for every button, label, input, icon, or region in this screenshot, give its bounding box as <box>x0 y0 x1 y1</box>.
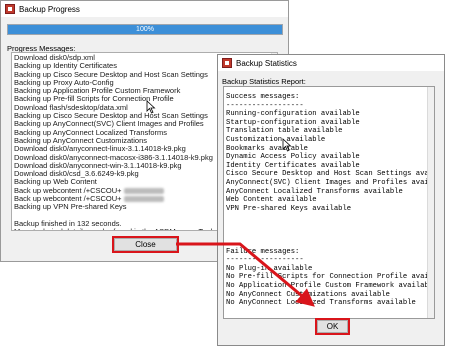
stats-report-line: No Plug-in available <box>226 264 313 273</box>
stats-report-line: Failure messages: <box>226 247 300 256</box>
mouse-cursor-icon <box>282 138 292 152</box>
stats-report-line <box>226 213 434 222</box>
stats-report-line <box>226 222 434 231</box>
progress-bar: 100% <box>7 24 283 35</box>
stats-report-line: Bookmarks available <box>226 144 308 153</box>
stats-report-line: No AnyConnect Customizations available <box>226 290 390 299</box>
stats-report-line: No Pre-fill Scripts for Connection Profi… <box>226 273 435 282</box>
redacted-text <box>123 187 164 194</box>
mouse-cursor-icon <box>146 100 156 114</box>
stats-report-line <box>226 239 434 248</box>
stats-report-textarea[interactable]: Success messages: ------------------ Runni… <box>223 86 435 319</box>
stats-report-scrollbar[interactable] <box>427 87 434 318</box>
stats-report-line: Startup-configuration available <box>226 118 360 127</box>
stats-report-line: Identity Certificates available <box>226 161 360 170</box>
close-button[interactable]: Close <box>112 236 179 253</box>
ok-button[interactable]: OK <box>315 318 350 335</box>
stats-title-bar[interactable]: Backup Statistics <box>218 55 444 71</box>
stats-report-line <box>226 231 434 240</box>
stats-report-line: Web Content available <box>226 196 317 205</box>
stats-report-line: No Application Profile Custom Framework … <box>226 282 435 291</box>
backup-statistics-window: Backup Statistics Backup Statistics Repo… <box>217 54 445 346</box>
stats-report-line: VPN Pre-shared Keys available <box>226 204 352 213</box>
stats-report-line: ------------------ <box>226 101 304 110</box>
progress-percent-label: 100% <box>136 26 154 33</box>
stats-report-lines: Success messages: ------------------ Runni… <box>226 93 435 308</box>
asdm-app-icon <box>5 4 15 14</box>
progress-title-bar[interactable]: Backup Progress <box>1 1 288 17</box>
stats-report-line: AnyConnect(SVC) Client Images and Profil… <box>226 178 435 187</box>
stats-report-line: Customization available <box>226 135 326 144</box>
stats-report-line: Success messages: <box>226 93 300 101</box>
progress-window-title: Backup Progress <box>19 4 80 14</box>
stats-window-title: Backup Statistics <box>236 58 297 68</box>
stats-report-line: Running-configuration available <box>226 110 360 119</box>
stats-report-line: AnyConnect Localized Transforms availabl… <box>226 187 403 196</box>
stats-report-line: Dynamic Access Policy available <box>226 153 360 162</box>
stats-report-line: Translation table available <box>226 127 343 136</box>
stats-report-line: No AnyConnect Localized Transforms avail… <box>226 299 416 308</box>
redacted-text <box>123 196 164 203</box>
stats-report-line: Cisco Secure Desktop and Host Scan Setti… <box>226 170 435 179</box>
asdm-app-icon <box>222 58 232 68</box>
stats-report-line: ------------------ <box>226 256 304 265</box>
stats-report-label: Backup Statistics Report: <box>222 77 306 86</box>
